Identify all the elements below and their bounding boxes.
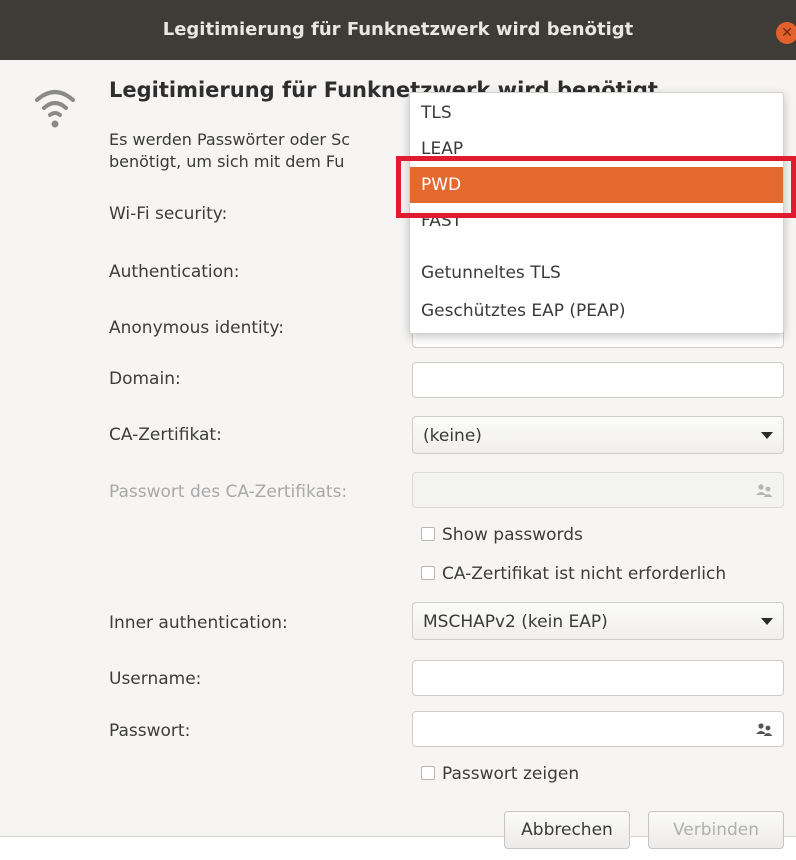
chevron-down-icon: [761, 432, 773, 439]
connect-button[interactable]: Verbinden: [648, 811, 784, 849]
username-input[interactable]: [412, 660, 784, 696]
password-label: Passwort:: [109, 721, 191, 741]
wifi-icon: [35, 90, 75, 128]
domain-input[interactable]: [412, 362, 784, 398]
wifi-security-label: Wi-Fi security:: [109, 204, 228, 224]
ca-certificate-password-input[interactable]: [412, 472, 784, 508]
close-icon[interactable]: ✕: [776, 22, 796, 44]
authentication-label: Authentication:: [109, 262, 240, 282]
dialog-description-line2: benötigt, um sich mit dem Fu: [109, 152, 345, 171]
menu-item-tunneled-tls[interactable]: Getunneltes TLS: [410, 255, 783, 291]
checkbox-box[interactable]: [421, 766, 435, 780]
cancel-button[interactable]: Abbrechen: [504, 811, 630, 849]
inner-authentication-value: MSCHAPv2 (kein EAP): [423, 612, 608, 632]
chevron-down-icon: [761, 618, 773, 625]
domain-label: Domain:: [109, 369, 181, 389]
ca-not-required-checkbox[interactable]: CA-Zertifikat ist nicht erforderlich: [421, 564, 726, 584]
ca-certificate-password-label: Passwort des CA-Zertifikats:: [109, 482, 348, 502]
users-icon[interactable]: [755, 722, 773, 738]
ca-certificate-label: CA-Zertifikat:: [109, 425, 222, 445]
show-password-checkbox[interactable]: Passwort zeigen: [421, 764, 579, 784]
show-passwords-checkbox[interactable]: Show passwords: [421, 525, 583, 545]
anonymous-identity-label: Anonymous identity:: [109, 318, 284, 338]
ca-certificate-select[interactable]: (keine): [412, 416, 784, 454]
checkbox-box[interactable]: [421, 566, 435, 580]
password-input[interactable]: [412, 711, 784, 747]
window-title: Legitimierung für Funknetzwerk wird benö…: [162, 19, 634, 40]
show-password-label: Passwort zeigen: [442, 764, 580, 784]
ca-not-required-label: CA-Zertifikat ist nicht erforderlich: [442, 564, 727, 584]
checkbox-box[interactable]: [421, 527, 435, 541]
menu-item-peap[interactable]: Geschütztes EAP (PEAP): [410, 293, 783, 329]
inner-authentication-select[interactable]: MSCHAPv2 (kein EAP): [412, 602, 784, 640]
highlight-box: [396, 156, 796, 218]
titlebar[interactable]: Legitimierung für Funknetzwerk wird benö…: [0, 0, 796, 60]
username-label: Username:: [109, 669, 202, 689]
ca-certificate-value: (keine): [423, 426, 482, 446]
show-passwords-label: Show passwords: [442, 525, 583, 545]
dialog-description-line1: Es werden Passwörter oder Sc: [109, 130, 351, 149]
inner-authentication-label: Inner authentication:: [109, 613, 288, 633]
menu-item-tls[interactable]: TLS: [410, 95, 783, 131]
users-icon[interactable]: [755, 483, 773, 499]
